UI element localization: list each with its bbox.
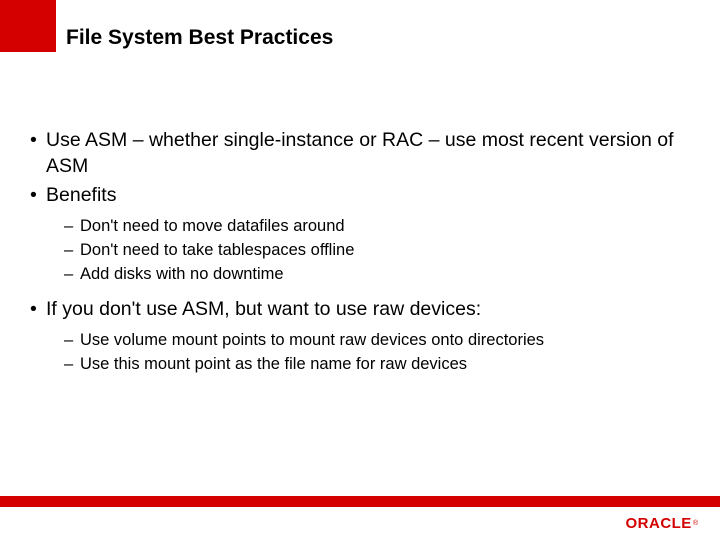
bullet-text: Benefits bbox=[46, 184, 116, 206]
brand-corner-block bbox=[0, 0, 56, 52]
sub-bullet-text: Use this mount point as the file name fo… bbox=[80, 355, 467, 373]
sub-bullet-list: Use volume mount points to mount raw dev… bbox=[64, 329, 680, 377]
sub-bullet-text: Add disks with no downtime bbox=[80, 265, 284, 283]
sub-bullet-item: Use this mount point as the file name fo… bbox=[64, 353, 680, 377]
sub-bullet-list: Don't need to move datafiles around Don'… bbox=[64, 215, 680, 287]
bullet-text: Use ASM – whether single-instance or RAC… bbox=[46, 129, 674, 177]
sub-bullet-text: Use volume mount points to mount raw dev… bbox=[80, 331, 544, 349]
bullet-item: If you don't use ASM, but want to use ra… bbox=[28, 297, 680, 377]
bullet-text: If you don't use ASM, but want to use ra… bbox=[46, 298, 481, 320]
slide: File System Best Practices Use ASM – whe… bbox=[0, 0, 720, 540]
slide-content: Use ASM – whether single-instance or RAC… bbox=[28, 128, 680, 387]
sub-bullet-item: Don't need to take tablespaces offline bbox=[64, 239, 680, 263]
bullet-item: Benefits Don't need to move datafiles ar… bbox=[28, 183, 680, 287]
sub-bullet-text: Don't need to take tablespaces offline bbox=[80, 241, 354, 259]
sub-bullet-item: Use volume mount points to mount raw dev… bbox=[64, 329, 680, 353]
sub-bullet-item: Don't need to move datafiles around bbox=[64, 215, 680, 239]
oracle-logo: ORACLE® bbox=[625, 515, 698, 532]
registered-mark: ® bbox=[693, 520, 698, 527]
sub-bullet-item: Add disks with no downtime bbox=[64, 263, 680, 287]
logo-text: ORACLE bbox=[625, 515, 691, 532]
slide-title: File System Best Practices bbox=[66, 26, 333, 50]
bullet-list: Use ASM – whether single-instance or RAC… bbox=[28, 128, 680, 377]
footer-bar bbox=[0, 496, 720, 507]
bullet-item: Use ASM – whether single-instance or RAC… bbox=[28, 128, 680, 179]
sub-bullet-text: Don't need to move datafiles around bbox=[80, 217, 345, 235]
